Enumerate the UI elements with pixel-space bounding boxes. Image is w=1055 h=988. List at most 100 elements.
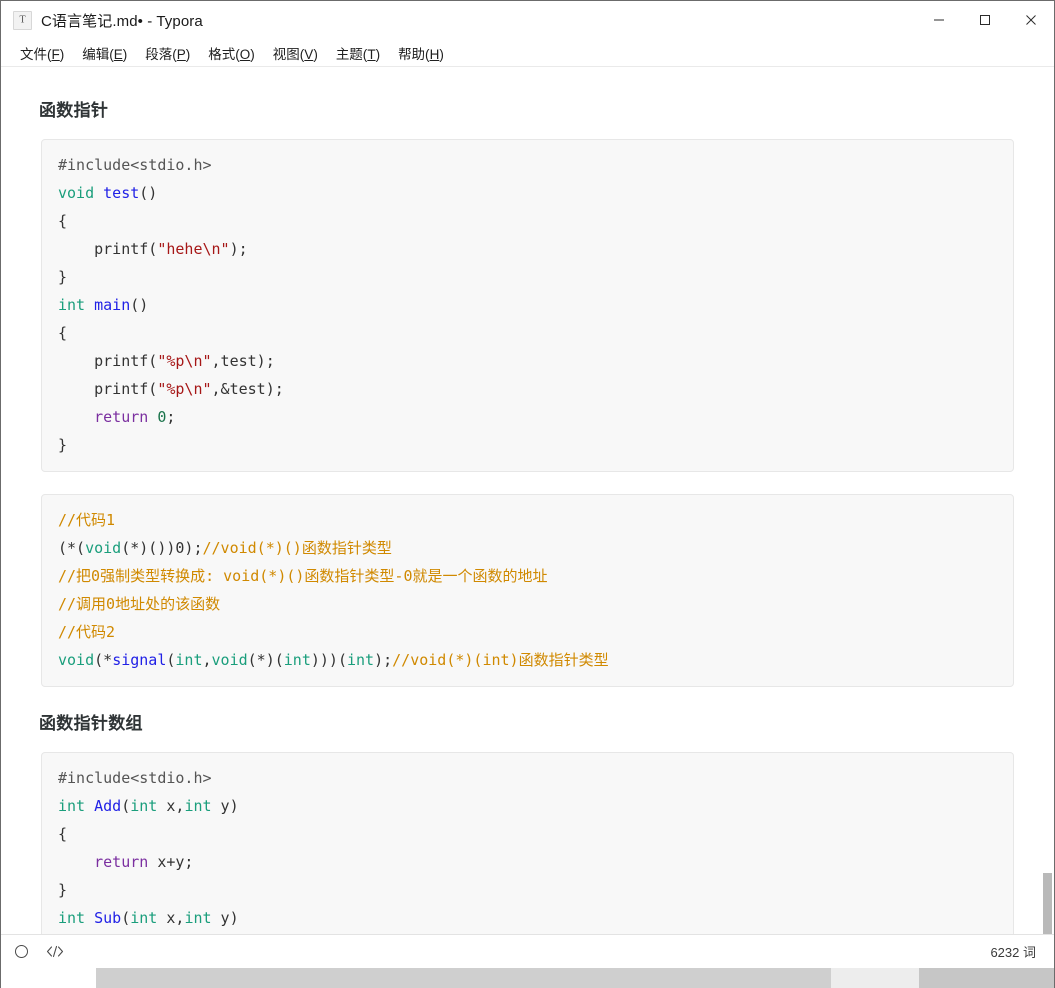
code-token: printf( bbox=[58, 380, 158, 398]
menu-item-4[interactable]: 格式(O) bbox=[199, 40, 264, 66]
code-line: { bbox=[58, 319, 997, 347]
window-title: C语言笔记.md• - Typora bbox=[41, 12, 203, 30]
maximize-button[interactable] bbox=[962, 1, 1008, 39]
vertical-scrollbar[interactable] bbox=[1043, 68, 1053, 958]
heading-function-pointer-array: 函数指针数组 bbox=[39, 714, 143, 733]
document-content-area[interactable]: 函数指针 #include<stdio.h> void test(){ print… bbox=[1, 68, 1054, 954]
heading-function-pointer: 函数指针 bbox=[39, 101, 109, 120]
code-token: //代码2 bbox=[58, 623, 116, 641]
menu-item-5[interactable]: 视图(V) bbox=[264, 40, 327, 66]
window-controls bbox=[916, 1, 1054, 39]
code-token: (*( bbox=[58, 539, 86, 557]
code-line: #include<stdio.h> bbox=[58, 764, 997, 792]
code-token: int bbox=[58, 296, 95, 314]
status-bar-left-tools bbox=[1, 944, 65, 959]
code-line: void(*signal(int,void(*)(int)))(int);//v… bbox=[58, 646, 997, 674]
menu-item-label: 文件( bbox=[20, 46, 52, 62]
minimize-button[interactable] bbox=[916, 1, 962, 39]
code-token: printf( bbox=[58, 352, 158, 370]
code-token: ; bbox=[166, 408, 176, 426]
menu-item-7[interactable]: 帮助(H) bbox=[389, 40, 453, 66]
menu-item-3[interactable]: 段落(P) bbox=[136, 40, 199, 66]
menu-accelerator-key: F bbox=[51, 46, 60, 62]
menu-item-6[interactable]: 主题(T) bbox=[327, 40, 389, 66]
code-token: , bbox=[202, 651, 212, 669]
code-token: x, bbox=[157, 797, 185, 815]
word-count-label[interactable]: 6232 词 bbox=[990, 942, 1054, 961]
code-token: ); bbox=[229, 240, 248, 258]
code-line: int Sub(int x,int y) bbox=[58, 904, 997, 932]
code-token: //代码1 bbox=[58, 511, 116, 529]
code-block-function-pointer-array[interactable]: #include<stdio.h> int Add(int x,int y){ r… bbox=[41, 752, 1014, 954]
taskbar-segment-right bbox=[919, 968, 1054, 988]
status-bar: 6232 词 bbox=[1, 934, 1054, 968]
code-token: int bbox=[58, 797, 95, 815]
code-line: //代码1 bbox=[58, 506, 997, 534]
code-token: #include<stdio.h> bbox=[58, 156, 212, 174]
markdown-document: 函数指针 #include<stdio.h> void test(){ print… bbox=[1, 68, 1054, 954]
code-line: //把0强制类型转换成: void(*)()函数指针类型-0就是一个函数的地址 bbox=[58, 562, 997, 590]
code-token: y) bbox=[211, 797, 239, 815]
menu-item-paren: ) bbox=[439, 46, 444, 62]
circle-outline-icon[interactable] bbox=[14, 944, 29, 959]
code-line: printf("%p\n",test); bbox=[58, 347, 997, 375]
menu-item-label: 编辑( bbox=[82, 46, 114, 62]
code-token: y) bbox=[211, 909, 239, 927]
code-line: //调用0地址处的该函数 bbox=[58, 590, 997, 618]
code-token: ( bbox=[121, 797, 131, 815]
menu-item-1[interactable]: 文件(F) bbox=[11, 40, 73, 66]
menu-item-label: 帮助( bbox=[398, 46, 430, 62]
menu-accelerator-key: E bbox=[113, 46, 123, 62]
code-token: (*)( bbox=[247, 651, 284, 669]
typora-window: C语言笔记.md• - Typora 文件(F)编辑(E)段落(P)格式(O)视 bbox=[0, 0, 1055, 988]
code-token: () bbox=[130, 296, 149, 314]
title-bar[interactable]: C语言笔记.md• - Typora bbox=[1, 1, 1054, 39]
code-token: int bbox=[130, 909, 158, 927]
code-block-function-pointer-types[interactable]: //代码1 (*(void(*)())0);//void(*)()函数指针类型//… bbox=[41, 494, 1014, 687]
code-token: } bbox=[58, 268, 68, 286]
code-token: { bbox=[58, 324, 68, 342]
code-line: return 0; bbox=[58, 403, 997, 431]
menu-item-paren: ) bbox=[250, 46, 255, 62]
code-line: int main() bbox=[58, 291, 997, 319]
code-line: //代码2 bbox=[58, 618, 997, 646]
code-token: #include<stdio.h> bbox=[58, 769, 212, 787]
code-block-function-pointer-demo[interactable]: #include<stdio.h> void test(){ printf("he… bbox=[41, 139, 1014, 472]
code-token: ); bbox=[374, 651, 393, 669]
code-token: //把0强制类型转换成: void(*)()函数指针类型-0就是一个函数的地址 bbox=[58, 567, 548, 585]
code-token: return bbox=[94, 408, 149, 426]
menu-bar: 文件(F) 编辑(E) 段落(P) 格式(O) 视图(V) 主题(T) 帮助(H) bbox=[1, 39, 1054, 67]
code-token: } bbox=[58, 436, 68, 454]
code-token: void bbox=[58, 651, 95, 669]
menu-item-label: 格式( bbox=[208, 46, 240, 62]
code-line: } bbox=[58, 263, 997, 291]
code-token: { bbox=[58, 825, 68, 843]
source-code-icon[interactable] bbox=[45, 944, 65, 959]
code-token: int bbox=[175, 651, 203, 669]
menu-accelerator-key: V bbox=[304, 46, 314, 62]
code-token: Add bbox=[94, 797, 122, 815]
code-line: printf("hehe\n"); bbox=[58, 235, 997, 263]
code-line: } bbox=[58, 431, 997, 459]
taskbar-segment-left bbox=[1, 968, 96, 988]
menu-accelerator-key: O bbox=[239, 46, 251, 62]
code-token: Sub bbox=[94, 909, 122, 927]
code-token: //调用0地址处的该函数 bbox=[58, 595, 221, 613]
code-token: int bbox=[283, 651, 311, 669]
code-token: void bbox=[211, 651, 248, 669]
menu-item-label: 视图( bbox=[272, 46, 305, 62]
code-token: x, bbox=[157, 909, 185, 927]
code-token: { bbox=[58, 212, 68, 230]
menu-accelerator-key: P bbox=[176, 46, 186, 62]
close-button[interactable] bbox=[1008, 1, 1054, 39]
code-token: printf( bbox=[58, 240, 158, 258]
menu-item-paren: ) bbox=[313, 46, 318, 62]
maximize-icon bbox=[980, 15, 990, 25]
code-token: "%p\n" bbox=[157, 352, 212, 370]
menu-item-paren: ) bbox=[375, 46, 381, 62]
menu-item-2[interactable]: 编辑(E) bbox=[73, 40, 136, 66]
code-line: int Add(int x,int y) bbox=[58, 792, 997, 820]
code-token: } bbox=[58, 881, 68, 899]
